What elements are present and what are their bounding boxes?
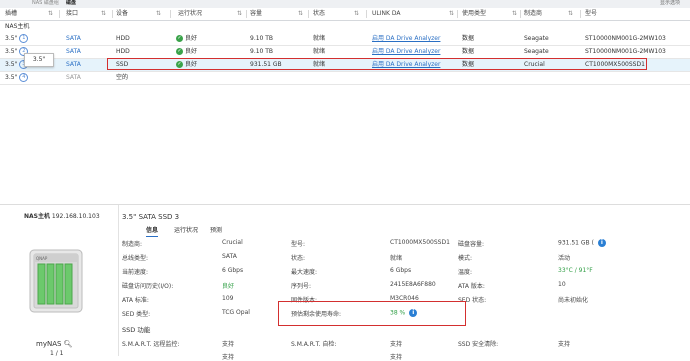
slot-tooltip: 3.5"	[24, 53, 54, 67]
col-usage-type[interactable]: 使用类型	[462, 8, 486, 20]
panel-divider[interactable]	[0, 204, 690, 205]
sort-icon[interactable]: ⇅	[237, 8, 242, 20]
col-model[interactable]: 型号	[585, 8, 597, 20]
svg-text:QNAP: QNAP	[36, 256, 48, 261]
panel-vertical-divider	[118, 205, 119, 356]
col-slot[interactable]: 插槽	[5, 8, 17, 20]
info-icon[interactable]: i	[597, 239, 606, 247]
check-icon: ✓	[176, 48, 183, 55]
sort-icon[interactable]: ⇅	[354, 8, 359, 20]
col-manufacturer[interactable]: 制造商	[524, 8, 542, 20]
sort-icon[interactable]: ⇅	[101, 8, 106, 20]
tab-info[interactable]: 信息	[146, 226, 159, 237]
sort-icon[interactable]: ⇅	[568, 8, 573, 20]
table-row[interactable]: 3.5" 4 SATA 空的	[0, 72, 690, 85]
nas-device-image: QNAP	[29, 249, 83, 313]
sort-icon[interactable]: ⇅	[156, 8, 161, 20]
tab-prediction[interactable]: 预测	[210, 226, 222, 236]
highlight-box	[278, 301, 466, 326]
col-capacity[interactable]: 容量	[250, 8, 262, 20]
col-ulink-da[interactable]: ULINK DA	[372, 8, 400, 20]
col-device[interactable]: 设备	[116, 8, 128, 20]
sort-icon[interactable]: ⇅	[298, 8, 303, 20]
search-icon[interactable]: 🔍︎	[64, 340, 73, 348]
tab-disks[interactable]: 磁盘	[66, 0, 76, 7]
table-header: 插槽 ⇅ 接口 ⇅ 设备 ⇅ 运行状况 ⇅ 容量 ⇅ 状态 ⇅ ULINK DA…	[0, 8, 690, 21]
sort-icon[interactable]: ⇅	[48, 8, 53, 20]
tab-disk-groups[interactable]: NAS 磁盘组	[32, 0, 59, 7]
col-interface[interactable]: 接口	[66, 8, 78, 20]
tab-health[interactable]: 运行状况	[174, 226, 198, 236]
enable-da-link[interactable]: 启用 DA Drive Analyzer	[372, 33, 440, 45]
display-options[interactable]: 显示选项	[660, 0, 680, 7]
nas-name: myNAS 🔍︎	[36, 340, 73, 348]
enable-da-link[interactable]: 启用 DA Drive Analyzer	[372, 46, 440, 58]
sort-icon[interactable]: ⇅	[449, 8, 454, 20]
col-status[interactable]: 状态	[313, 8, 325, 20]
detail-title: 3.5" SATA SSD 3	[122, 213, 180, 221]
host-label: NAS主机 192.168.10.103	[24, 213, 100, 220]
group-label: NAS主机	[5, 23, 30, 30]
check-icon: ✓	[176, 35, 183, 42]
highlight-box	[107, 58, 647, 70]
sort-icon[interactable]: ⇅	[512, 8, 517, 20]
col-health[interactable]: 运行状况	[178, 8, 202, 20]
table-row[interactable]: 3.5" 1 SATA HDD ✓ 良好 9.10 TB 就绪 启用 DA Driv…	[0, 33, 690, 46]
